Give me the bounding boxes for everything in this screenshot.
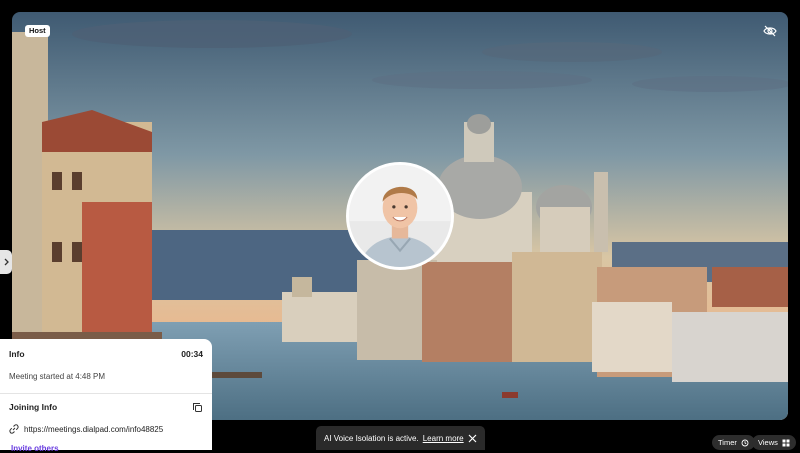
meeting-stage: Host Info 00:34 Meeting started at 4:48 … [0,0,800,453]
sidebar-toggle-button[interactable] [0,250,12,274]
meeting-link-text: https://meetings.dialpad.com/info48825 [24,424,164,434]
voice-isolation-toast: AI Voice Isolation is active. Learn more [316,426,485,450]
copy-icon[interactable] [192,402,203,413]
meeting-timer: 00:34 [181,349,203,359]
clock-icon [741,439,749,446]
views-button[interactable]: Views [752,435,796,450]
info-header: Info 00:34 [0,339,212,369]
joining-info-title: Joining Info [9,402,58,412]
views-button-label: Views [758,438,778,447]
host-badge: Host [25,25,50,37]
meeting-start-text: Meeting started at 4:48 PM [9,371,106,381]
info-panel: Info 00:34 Meeting started at 4:48 PM Jo… [0,339,212,453]
chevron-right-icon [4,258,9,266]
timer-button-label: Timer [718,438,737,447]
link-icon [9,424,19,434]
eye-off-icon[interactable] [762,24,778,38]
participant-avatar [346,162,454,270]
avatar-photo-icon [349,165,451,267]
toast-message: AI Voice Isolation is active. [324,433,419,443]
info-title: Info [9,349,25,359]
grid-icon [782,439,790,446]
timer-button[interactable]: Timer [712,435,755,450]
joining-header: Joining Info [0,394,212,420]
meeting-start-row: Meeting started at 4:48 PM [0,369,212,383]
invite-others-link[interactable]: Invite others [0,444,212,453]
meeting-link-row[interactable]: https://meetings.dialpad.com/info48825 [0,420,212,438]
close-icon[interactable] [468,434,477,443]
learn-more-link[interactable]: Learn more [423,434,464,443]
